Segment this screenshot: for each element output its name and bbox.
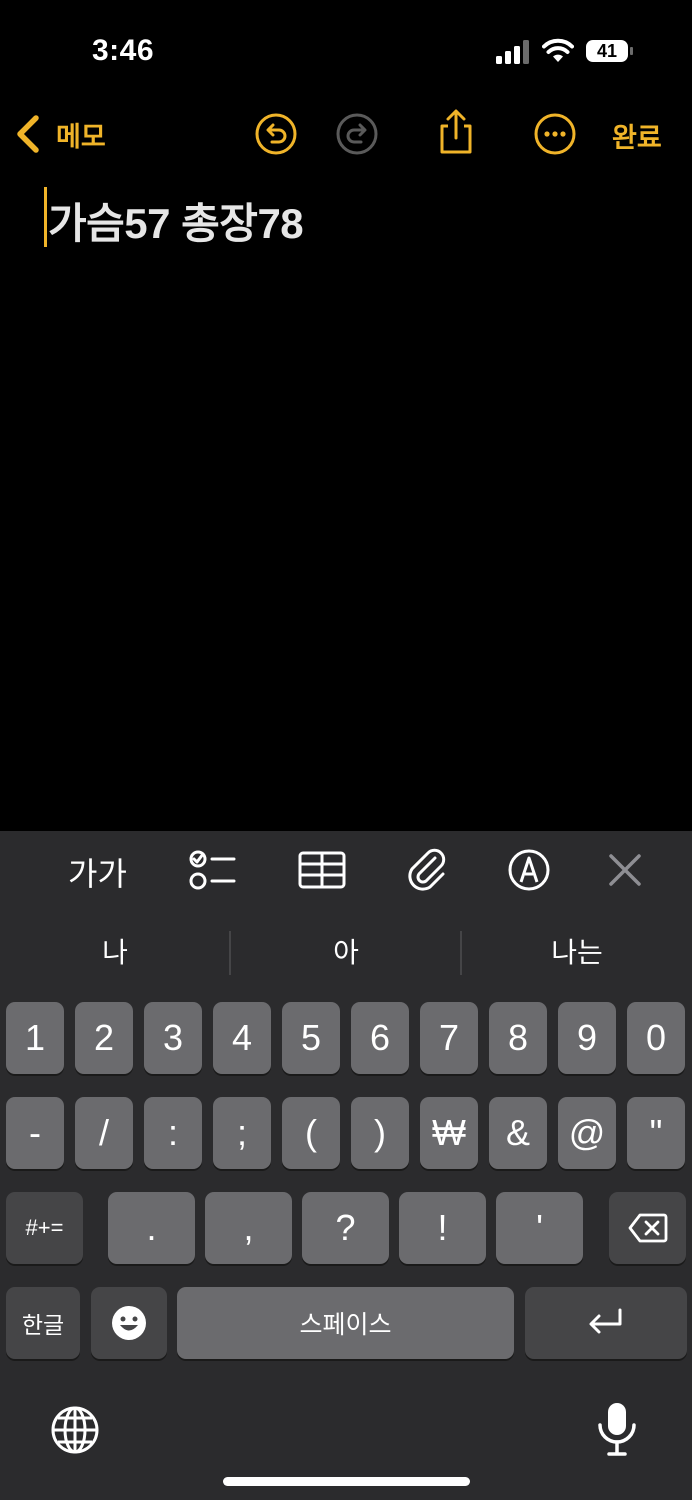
format-toolbar: 가가: [0, 831, 692, 909]
suggestion-2[interactable]: 아: [231, 923, 461, 983]
key-open-paren[interactable]: (: [282, 1097, 340, 1169]
more-options-icon[interactable]: [533, 112, 577, 156]
battery-icon: 41: [586, 40, 634, 64]
key-9[interactable]: 9: [558, 1002, 616, 1074]
key-ampersand[interactable]: &: [489, 1097, 547, 1169]
checklist-icon[interactable]: [188, 848, 236, 892]
home-indicator[interactable]: [223, 1477, 470, 1486]
key-1[interactable]: 1: [6, 1002, 64, 1074]
suggestion-1[interactable]: 나: [0, 923, 230, 983]
note-text[interactable]: 가슴57 총장78: [48, 190, 304, 251]
globe-icon[interactable]: [50, 1405, 100, 1455]
key-0[interactable]: 0: [627, 1002, 685, 1074]
key-apostrophe[interactable]: ': [496, 1192, 583, 1264]
redo-icon[interactable]: [335, 112, 379, 156]
key-colon[interactable]: :: [144, 1097, 202, 1169]
key-won[interactable]: ₩: [420, 1097, 478, 1169]
delete-key[interactable]: [609, 1192, 686, 1264]
battery-level: 41: [586, 40, 628, 62]
key-5[interactable]: 5: [282, 1002, 340, 1074]
key-2[interactable]: 2: [75, 1002, 133, 1074]
done-button[interactable]: 완료: [612, 116, 662, 155]
text-cursor: [44, 187, 47, 247]
key-close-paren[interactable]: ): [351, 1097, 409, 1169]
undo-icon[interactable]: [254, 112, 298, 156]
keyboard: 나 아 나는 1 2 3 4 5 6 7 8 9 0 - / : ; ( ) ₩…: [0, 909, 692, 1500]
markup-pen-icon[interactable]: [507, 848, 551, 892]
key-period[interactable]: .: [108, 1192, 195, 1264]
key-quote[interactable]: ": [627, 1097, 685, 1169]
symbols-mode-key[interactable]: #+=: [6, 1192, 83, 1264]
text-style-button[interactable]: 가가: [68, 849, 127, 893]
key-slash[interactable]: /: [75, 1097, 133, 1169]
suggestion-3[interactable]: 나는: [462, 923, 692, 983]
key-4[interactable]: 4: [213, 1002, 271, 1074]
emoji-key[interactable]: [91, 1287, 167, 1359]
return-key[interactable]: [525, 1287, 687, 1359]
space-key[interactable]: 스페이스: [177, 1287, 514, 1359]
wifi-icon: [542, 38, 574, 62]
cellular-signal-icon: [496, 40, 529, 64]
back-button[interactable]: 메모: [14, 112, 106, 156]
close-keyboard-icon[interactable]: [605, 848, 645, 892]
status-time: 3:46: [92, 34, 155, 67]
return-icon: [589, 1308, 622, 1334]
korean-mode-key[interactable]: 한글: [6, 1287, 80, 1359]
back-label: 메모: [56, 121, 106, 152]
emoji-icon: [112, 1306, 146, 1340]
chevron-left-icon: [17, 115, 39, 153]
table-icon[interactable]: [298, 848, 346, 892]
attachment-icon[interactable]: [405, 848, 449, 892]
microphone-icon[interactable]: [596, 1401, 638, 1457]
key-at[interactable]: @: [558, 1097, 616, 1169]
key-7[interactable]: 7: [420, 1002, 478, 1074]
key-8[interactable]: 8: [489, 1002, 547, 1074]
key-semicolon[interactable]: ;: [213, 1097, 271, 1169]
backspace-icon: [628, 1213, 667, 1243]
key-hyphen[interactable]: -: [6, 1097, 64, 1169]
key-3[interactable]: 3: [144, 1002, 202, 1074]
key-6[interactable]: 6: [351, 1002, 409, 1074]
key-exclamation[interactable]: !: [399, 1192, 486, 1264]
share-icon[interactable]: [434, 108, 478, 156]
key-question[interactable]: ?: [302, 1192, 389, 1264]
key-comma[interactable]: ,: [205, 1192, 292, 1264]
